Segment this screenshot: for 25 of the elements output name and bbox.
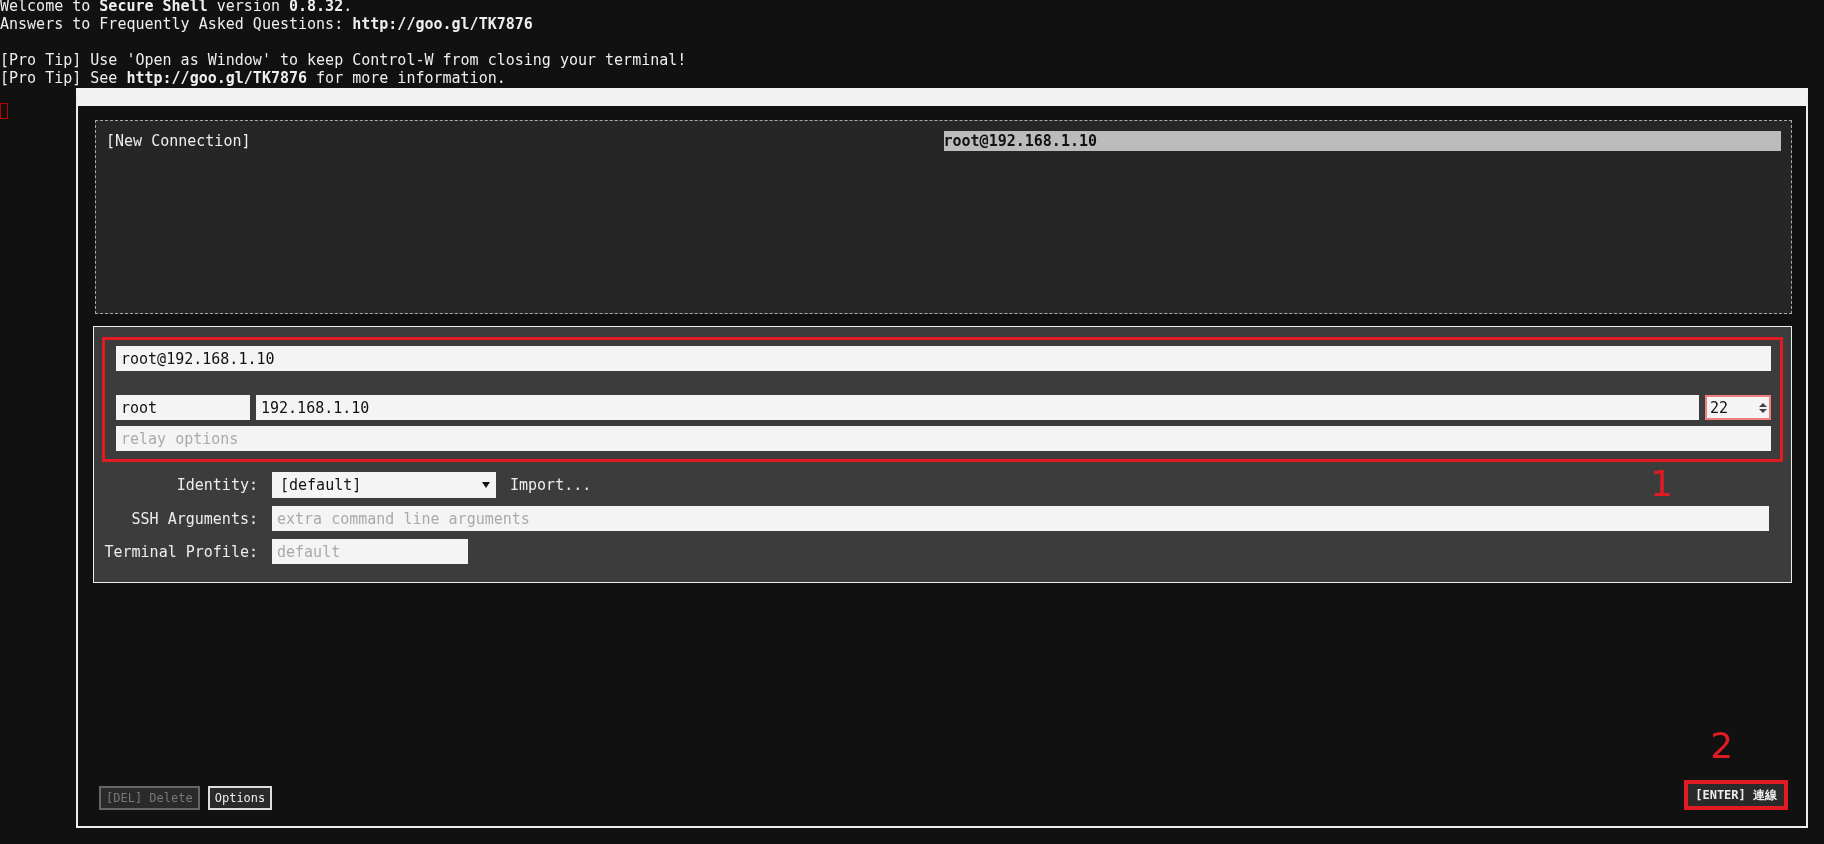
connection-item[interactable]: [New Connection] bbox=[106, 131, 944, 151]
spinner-icon[interactable] bbox=[1759, 402, 1767, 414]
hostname-field[interactable]: 192.168.1.10 bbox=[256, 395, 1699, 420]
dialog-button[interactable]: Options bbox=[207, 786, 273, 810]
username-field[interactable]: root bbox=[116, 395, 250, 420]
terminal-line: [Pro Tip] Use 'Open as Window' to keep Control-W from closing your terminal! bbox=[0, 51, 688, 69]
field-label: SSH Arguments: bbox=[130, 509, 259, 528]
terminal-line: Welcome to Secure Shell version 0.8.32. bbox=[0, 0, 354, 15]
field-label: Terminal Profile: bbox=[103, 542, 259, 561]
relay-field[interactable]: relay options bbox=[116, 426, 1771, 451]
identity-select[interactable]: [default] bbox=[272, 472, 496, 498]
terminal-line: [Pro Tip] See http://goo.gl/TK7876 for more information. bbox=[0, 69, 507, 87]
field-label: Identity: bbox=[175, 476, 259, 494]
caret-icon bbox=[482, 482, 490, 488]
connect-button[interactable]: [ENTER] 連線 bbox=[1684, 780, 1788, 810]
annotation-number: 1 bbox=[1650, 466, 1673, 502]
connection-item[interactable]: root@192.168.1.10 bbox=[943, 131, 1781, 151]
terminal-profile-field[interactable]: default bbox=[272, 539, 468, 564]
annotation-number: 2 bbox=[1710, 728, 1734, 764]
ssh-arguments-field[interactable]: extra command line arguments bbox=[272, 506, 1769, 531]
terminal-cursor bbox=[0, 103, 8, 119]
port-field[interactable]: 22 bbox=[1705, 395, 1771, 420]
destination-field[interactable]: root@192.168.1.10 bbox=[116, 346, 1771, 371]
terminal-line: Answers to Frequently Asked Questions: http://goo.gl/TK7876 bbox=[0, 15, 534, 33]
import-link[interactable]: Import... bbox=[510, 476, 592, 494]
